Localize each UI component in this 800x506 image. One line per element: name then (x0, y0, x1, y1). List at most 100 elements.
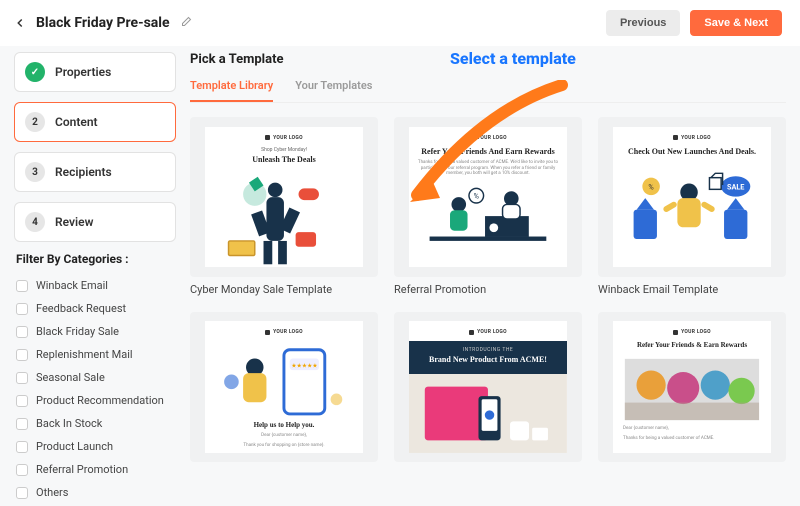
template-thumb: YOUR LOGO Refer Your Friends And Earn Re… (394, 117, 582, 277)
step-content[interactable]: 2 Content (14, 102, 176, 142)
filter-label: Replenishment Mail (36, 348, 133, 361)
filter-label: Product Launch (36, 440, 113, 453)
preview-headline: Brand New Product From ACME! (413, 355, 563, 364)
preview-dark-band: INTRODUCING THE Brand New Product From A… (409, 341, 567, 374)
template-label: Cyber Monday Sale Template (190, 283, 378, 296)
filter-label: Referral Promotion (36, 463, 128, 476)
filter-others[interactable]: Others (14, 481, 176, 504)
checkbox-icon (16, 326, 28, 338)
step-number: 3 (25, 162, 45, 182)
logo-text: YOUR LOGO (477, 329, 507, 335)
preview-headline: Refer Your Friends & Earn Rewards (637, 341, 747, 349)
filter-product-recommendation[interactable]: Product Recommendation (14, 389, 176, 412)
filter-black-friday-sale[interactable]: Black Friday Sale (14, 320, 176, 343)
template-thumb: YOUR LOGO Shop Cyber Monday! Unleash The… (190, 117, 378, 277)
step-properties[interactable]: ✓ Properties (14, 52, 176, 92)
checkbox-icon (16, 395, 28, 407)
preview-headline: Check Out New Launches And Deals. (628, 147, 756, 156)
template-preview: YOUR LOGO Refer Your Friends & Earn Rewa… (613, 321, 771, 453)
main-area: ✓ Properties 2 Content 3 Recipients 4 Review Fi… (0, 46, 800, 504)
template-preview: YOUR LOGO Shop Cyber Monday! Unleash The… (205, 127, 363, 268)
preview-body-line: Thanks for being a valued customer of AC… (619, 436, 765, 442)
checkbox-icon (16, 441, 28, 453)
checkbox-icon (16, 464, 28, 476)
template-card-feedback[interactable]: YOUR LOGO ★★★★★ Help us to Help you. Dea… (190, 312, 378, 462)
edit-title-icon[interactable] (180, 16, 194, 30)
content-panel: Pick a Template Template Library Your Te… (190, 52, 786, 504)
step-label: Recipients (55, 165, 112, 179)
previous-button[interactable]: Previous (606, 10, 680, 36)
step-label: Review (55, 215, 93, 229)
preview-headline: Refer Your Friends And Earn Rewards (421, 147, 554, 156)
template-label: Winback Email Template (598, 283, 786, 296)
template-thumb: YOUR LOGO Check Out New Launches And Dea… (598, 117, 786, 277)
step-label: Properties (55, 65, 111, 79)
filter-referral-promotion[interactable]: Referral Promotion (14, 458, 176, 481)
checkbox-icon (16, 418, 28, 430)
preview-body-line: Dear {customer name}, (619, 426, 765, 432)
preview-illustration (211, 168, 357, 268)
filter-label: Product Recommendation (36, 394, 164, 407)
filter-winback-email[interactable]: Winback Email (14, 274, 176, 297)
template-card-cyber-monday[interactable]: YOUR LOGO Shop Cyber Monday! Unleash The… (190, 117, 378, 296)
preview-headline: Help us to Help you. (254, 421, 315, 429)
preview-subtitle: Shop Cyber Monday! (261, 147, 307, 153)
preview-body-line: Thank you for shopping on {store name}. (243, 443, 324, 449)
template-thumb: YOUR LOGO ★★★★★ Help us to Help you. Dea… (190, 312, 378, 462)
back-arrow-icon[interactable] (12, 15, 28, 31)
template-grid: YOUR LOGO Shop Cyber Monday! Unleash The… (190, 117, 786, 462)
template-card-product-launch[interactable]: YOUR LOGO INTRODUCING THE Brand New Prod… (394, 312, 582, 462)
filter-feedback-request[interactable]: Feedback Request (14, 297, 176, 320)
template-preview: YOUR LOGO Check Out New Launches And Dea… (613, 127, 771, 268)
template-card-referral-2[interactable]: YOUR LOGO Refer Your Friends & Earn Rewa… (598, 312, 786, 462)
tab-your-templates[interactable]: Your Templates (295, 73, 372, 102)
filter-label: Back In Stock (36, 417, 102, 430)
logo-text: YOUR LOGO (273, 329, 303, 335)
preview-illustration (409, 374, 567, 453)
step-label: Content (55, 115, 98, 129)
checkbox-icon (16, 349, 28, 361)
preview-body: Thanks for being a valued customer of AC… (415, 160, 561, 178)
filter-product-launch[interactable]: Product Launch (14, 435, 176, 458)
template-card-referral[interactable]: YOUR LOGO Refer Your Friends And Earn Re… (394, 117, 582, 296)
filter-back-in-stock[interactable]: Back In Stock (14, 412, 176, 435)
preview-illustration (619, 353, 765, 426)
svg-text:★★★★★: ★★★★★ (291, 362, 317, 369)
check-icon: ✓ (25, 62, 45, 82)
save-next-button[interactable]: Save & Next (690, 10, 782, 36)
step-review[interactable]: 4 Review (14, 202, 176, 242)
step-number: 2 (25, 112, 45, 132)
template-preview: YOUR LOGO INTRODUCING THE Brand New Prod… (409, 321, 567, 453)
top-bar-left: Black Friday Pre-sale (12, 15, 194, 31)
preview-illustration: % (415, 181, 561, 259)
page-title: Black Friday Pre-sale (36, 15, 170, 31)
template-preview: YOUR LOGO ★★★★★ Help us to Help you. Dea… (205, 321, 363, 453)
filter-label: Seasonal Sale (36, 371, 105, 384)
template-thumb: YOUR LOGO Refer Your Friends & Earn Rewa… (598, 312, 786, 462)
template-label: Referral Promotion (394, 283, 582, 296)
tab-template-library[interactable]: Template Library (190, 73, 273, 102)
filter-seasonal-sale[interactable]: Seasonal Sale (14, 366, 176, 389)
logo-text: YOUR LOGO (681, 329, 711, 335)
filter-label: Feedback Request (36, 302, 126, 315)
svg-text:SALE: SALE (727, 182, 744, 191)
checkbox-icon (16, 487, 28, 499)
step-recipients[interactable]: 3 Recipients (14, 152, 176, 192)
filter-title: Filter By Categories : (16, 252, 176, 266)
template-thumb: YOUR LOGO INTRODUCING THE Brand New Prod… (394, 312, 582, 462)
top-bar: Black Friday Pre-sale Previous Save & Ne… (0, 0, 800, 46)
logo-text: YOUR LOGO (681, 135, 711, 141)
section-title: Pick a Template (190, 52, 786, 67)
template-card-winback[interactable]: YOUR LOGO Check Out New Launches And Dea… (598, 117, 786, 296)
svg-text:%: % (648, 182, 654, 191)
preview-headline: Unleash The Deals (252, 155, 315, 164)
filter-label: Winback Email (36, 279, 108, 292)
filter-label: Others (36, 486, 68, 499)
step-number: 4 (25, 212, 45, 232)
preview-subtitle: INTRODUCING THE (413, 347, 563, 353)
filter-replenishment-mail[interactable]: Replenishment Mail (14, 343, 176, 366)
preview-body-line: Dear {customer name}, (261, 433, 307, 439)
preview-illustration: SALE% (619, 160, 765, 260)
logo-text: YOUR LOGO (273, 135, 303, 141)
preview-illustration: ★★★★★ (211, 341, 357, 421)
